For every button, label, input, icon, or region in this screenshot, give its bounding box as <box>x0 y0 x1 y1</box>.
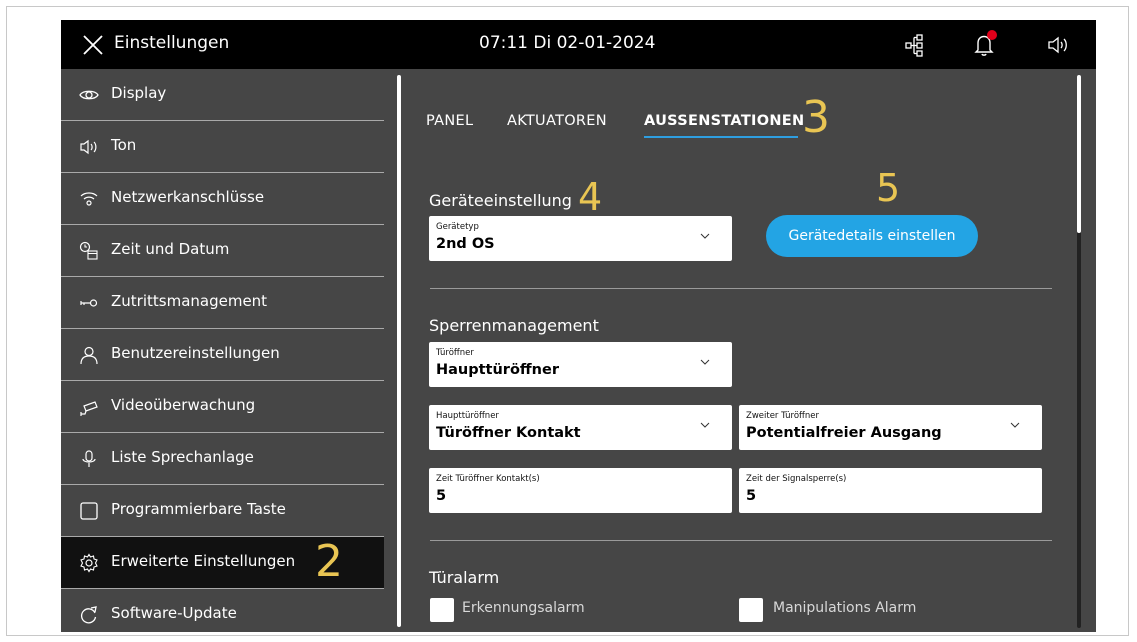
field-label: Haupttüröffner <box>436 411 499 421</box>
tamper-alarm-checkbox[interactable] <box>739 598 763 622</box>
page-title: Einstellungen <box>114 33 230 53</box>
field-value: 2nd OS <box>436 236 495 252</box>
callout-number-section: 4 <box>578 175 603 219</box>
sidebar-item-label: Programmierbare Taste <box>111 500 286 518</box>
section-title-device-settings: Geräteeinstellung <box>429 191 572 210</box>
sidebar-item-time-date[interactable]: Zeit und Datum <box>61 225 384 277</box>
sidebar-item-label: Zeit und Datum <box>111 240 230 258</box>
chevron-down-icon <box>700 422 710 428</box>
signal-lock-time-input[interactable]: Zeit der Signalsperre(s) 5 <box>739 468 1042 513</box>
field-label: Zweiter Türöffner <box>746 411 820 421</box>
gear-icon <box>80 553 98 573</box>
main-door-opener-select[interactable]: Haupttüröffner Türöffner Kontakt <box>429 405 732 450</box>
user-icon <box>80 346 98 365</box>
sidebar-item-label: Zutrittsmanagement <box>111 292 268 310</box>
close-icon[interactable] <box>81 33 105 57</box>
sidebar-item-sound[interactable]: Ton <box>61 121 384 173</box>
camera-icon <box>80 401 98 416</box>
microphone-icon <box>82 450 96 467</box>
chevron-down-icon <box>1010 422 1020 428</box>
section-divider <box>430 540 1052 541</box>
device-details-button[interactable]: Gerätedetails einstellen <box>766 215 978 257</box>
sidebar-item-label: Netzwerkanschlüsse <box>111 188 265 206</box>
sidebar-item-display[interactable]: Display <box>61 69 384 121</box>
tab-panel[interactable]: PANEL <box>426 113 473 129</box>
second-door-opener-select[interactable]: Zweiter Türöffner Potentialfreier Ausgan… <box>739 405 1042 450</box>
square-button-icon <box>80 502 98 520</box>
eye-icon <box>79 90 99 100</box>
settings-sidebar: Display Ton Netzwerkanschlüsse Zeit und … <box>61 69 398 632</box>
notification-dot <box>987 30 997 40</box>
refresh-icon <box>80 606 97 624</box>
callout-number-sidebar: 2 <box>315 536 343 587</box>
main-content: PANEL AKTUATOREN AUSSENSTATIONEN 3 Gerät… <box>401 69 1096 632</box>
sidebar-item-video-surveillance[interactable]: Videoüberwachung <box>61 381 384 433</box>
callout-number-tab: 3 <box>802 92 830 143</box>
tamper-alarm-label: Manipulations Alarm <box>773 600 917 616</box>
field-label: Gerätetyp <box>436 222 479 232</box>
section-divider <box>430 288 1052 289</box>
field-value: 5 <box>436 488 447 504</box>
notification-button[interactable] <box>972 30 1000 60</box>
wifi-icon <box>80 192 98 206</box>
field-label: Türöffner <box>436 348 474 358</box>
sidebar-item-programmable-button[interactable]: Programmierbare Taste <box>61 485 384 537</box>
sidebar-item-user-settings[interactable]: Benutzereinstellungen <box>61 329 384 381</box>
sidebar-item-label: Erweiterte Einstellungen <box>111 552 296 570</box>
device-type-select[interactable]: Gerätetyp 2nd OS <box>429 216 732 261</box>
sidebar-item-label: Videoüberwachung <box>111 396 256 414</box>
speaker-icon <box>80 139 97 155</box>
chevron-down-icon <box>700 233 710 239</box>
sidebar-item-intercom-list[interactable]: Liste Sprechanlage <box>61 433 384 485</box>
sidebar-item-label: Liste Sprechanlage <box>111 448 254 466</box>
detection-alarm-label: Erkennungsalarm <box>462 600 585 616</box>
sidebar-item-access-management[interactable]: Zutrittsmanagement <box>61 277 384 329</box>
key-icon <box>80 299 98 307</box>
chevron-down-icon <box>700 359 710 365</box>
detection-alarm-checkbox[interactable] <box>430 598 454 622</box>
field-label: Zeit Türöffner Kontakt(s) <box>436 474 540 484</box>
speaker-icon[interactable] <box>1046 32 1070 58</box>
contact-time-input[interactable]: Zeit Türöffner Kontakt(s) 5 <box>429 468 732 513</box>
sidebar-item-network[interactable]: Netzwerkanschlüsse <box>61 173 384 225</box>
section-title-door-alarm: Türalarm <box>429 568 500 587</box>
top-bar: Einstellungen 07:11 Di 02-01-2024 <box>61 20 1096 69</box>
network-topology-icon[interactable] <box>904 32 928 58</box>
sidebar-item-software-update[interactable]: Software-Update <box>61 589 384 632</box>
field-value: Türöffner Kontakt <box>436 425 581 441</box>
door-opener-select[interactable]: Türöffner Haupttüröffner <box>429 342 732 387</box>
field-value: Haupttüröffner <box>436 362 559 378</box>
sidebar-item-label: Software-Update <box>111 604 237 622</box>
sidebar-item-label: Benutzereinstellungen <box>111 344 280 362</box>
field-value: Potentialfreier Ausgang <box>746 425 942 441</box>
clock-calendar-icon <box>79 241 98 260</box>
sidebar-item-label: Ton <box>111 136 137 154</box>
active-tab-indicator <box>644 136 798 138</box>
control-panel-screen: Einstellungen 07:11 Di 02-01-2024 Displa… <box>61 20 1096 632</box>
field-label: Zeit der Signalsperre(s) <box>746 474 847 484</box>
sidebar-item-label: Display <box>111 84 167 102</box>
tab-actuators[interactable]: AKTUATOREN <box>507 113 607 129</box>
callout-number-button: 5 <box>876 166 901 210</box>
main-scrollbar-thumb[interactable] <box>1077 75 1081 233</box>
field-value: 5 <box>746 488 757 504</box>
section-title-lock-management: Sperrenmanagement <box>429 316 599 335</box>
date-time-display: 07:11 Di 02-01-2024 <box>479 33 656 53</box>
tab-outdoor-stations[interactable]: AUSSENSTATIONEN <box>644 113 804 129</box>
